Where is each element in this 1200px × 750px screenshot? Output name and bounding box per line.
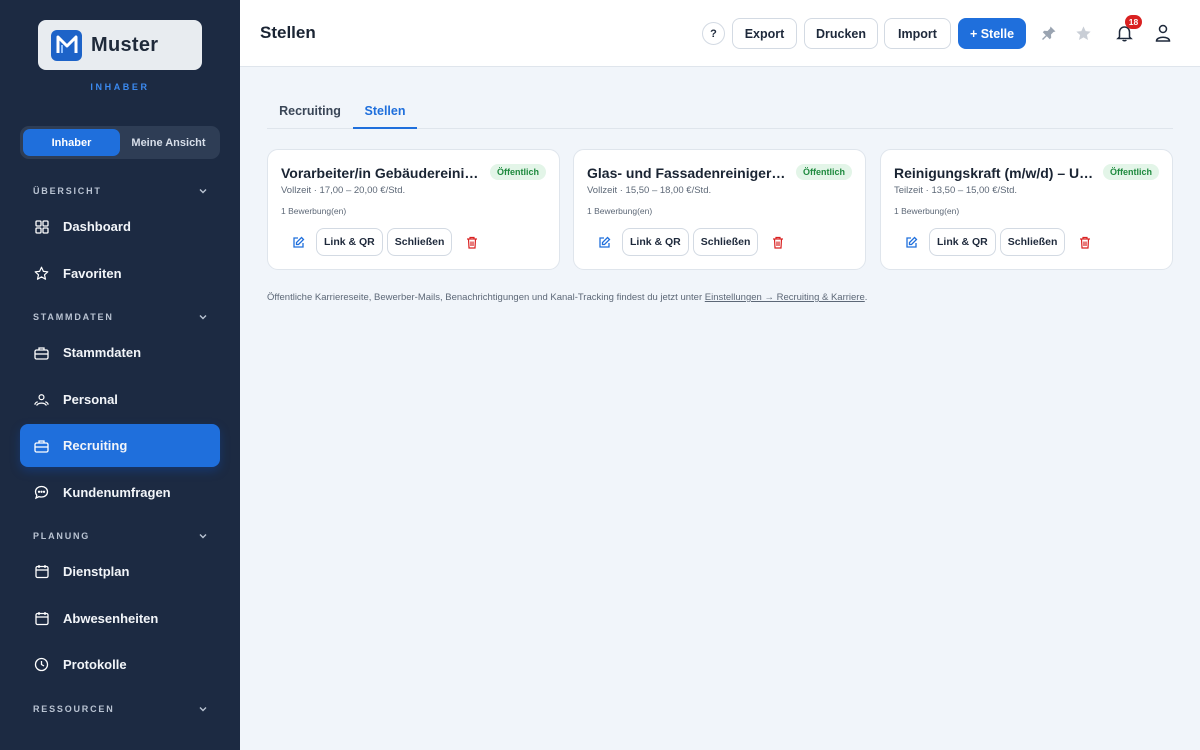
sidebar-item-dashboard[interactable]: Dashboard (20, 205, 220, 248)
clock-icon (34, 657, 49, 672)
tab-recruiting[interactable]: Recruiting (267, 101, 353, 129)
sidebar-item-label: Personal (63, 392, 118, 407)
import-button[interactable]: Import (884, 18, 951, 49)
chevron-down-icon (198, 186, 208, 196)
application-count: 1 Bewerbung(en) (587, 206, 653, 216)
chevron-down-icon (198, 531, 208, 541)
link-qr-button[interactable]: Link & QR (316, 228, 383, 256)
toggle-my-view[interactable]: Meine Ansicht (120, 129, 217, 156)
card-actions: Link & QR Schließen (897, 228, 1099, 256)
notification-count-badge: 18 (1125, 15, 1142, 29)
close-position-button[interactable]: Schließen (692, 228, 759, 256)
position-meta: Vollzeit · 17,00 – 20,00 €/Std. (281, 185, 406, 196)
sidebar: Muster INHABER Inhaber Meine Ansicht ÜBE… (0, 0, 240, 750)
new-position-button[interactable]: + Stelle (958, 18, 1026, 49)
status-badge: Öffentlich (490, 164, 546, 180)
sidebar-item-label: Protokolle (63, 657, 127, 672)
sidebar-item-favorites[interactable]: Favoriten (20, 252, 220, 295)
briefcase-icon (34, 345, 49, 360)
card-actions: Link & QR Schließen (284, 228, 486, 256)
card-actions: Link & QR Schließen (590, 228, 792, 256)
settings-hint-end: . (864, 292, 868, 303)
sidebar-item-label: Dashboard (63, 219, 131, 234)
application-count: 1 Bewerbung(en) (281, 206, 347, 216)
position-card: Reinigungskraft (m/w/d) – Unterhaltsrein… (880, 149, 1173, 270)
trash-icon[interactable] (458, 228, 486, 256)
star-icon (34, 266, 49, 281)
section-resources[interactable]: RESSOURCEN (33, 704, 208, 714)
calendar-icon (34, 611, 49, 626)
edit-icon[interactable] (897, 228, 925, 256)
section-overview[interactable]: ÜBERSICHT (33, 186, 208, 196)
logo-text: Muster (91, 33, 159, 56)
sidebar-item-logs[interactable]: Protokolle (20, 643, 220, 686)
grid-icon (34, 219, 49, 234)
sidebar-item-schedule[interactable]: Dienstplan (20, 550, 220, 593)
user-icon[interactable] (1153, 23, 1173, 43)
calendar-icon (34, 564, 49, 579)
section-overview-label: ÜBERSICHT (33, 186, 102, 196)
sidebar-item-label: Recruiting (63, 438, 128, 453)
star-icon[interactable] (1073, 23, 1093, 43)
logo-mark-icon (51, 29, 82, 61)
page-title: Stellen (260, 23, 316, 42)
section-planning[interactable]: PLANUNG (33, 531, 208, 541)
logo[interactable]: Muster (38, 20, 202, 70)
help-button[interactable]: ? (702, 22, 725, 45)
position-card: Vorarbeiter/in Gebäudereinigung Öffentli… (267, 149, 560, 270)
sidebar-item-master-data[interactable]: Stammdaten (20, 331, 220, 374)
sidebar-item-recruiting[interactable]: Recruiting (20, 424, 220, 467)
settings-hint-text: Öffentliche Karriereseite, Bewerber-Mail… (267, 292, 705, 303)
position-meta: Teilzeit · 13,50 – 15,00 €/Std. (894, 185, 1018, 196)
sidebar-item-label: Dienstplan (63, 564, 130, 579)
close-position-button[interactable]: Schließen (999, 228, 1066, 256)
sidebar-item-surveys[interactable]: Kundenumfragen (20, 471, 220, 514)
settings-link[interactable]: Einstellungen → Recruiting & Karriere (705, 292, 865, 303)
position-meta: Vollzeit · 15,50 – 18,00 €/Std. (587, 185, 712, 196)
chat-bubble-icon (34, 485, 49, 500)
edit-icon[interactable] (590, 228, 618, 256)
briefcase-icon (34, 438, 49, 453)
tab-positions[interactable]: Stellen (353, 101, 417, 129)
section-master-data[interactable]: STAMMDATEN (33, 312, 208, 322)
settings-hint: Öffentliche Karriereseite, Bewerber-Mail… (267, 292, 867, 303)
close-position-button[interactable]: Schließen (386, 228, 453, 256)
application-count: 1 Bewerbung(en) (894, 206, 960, 216)
section-planning-label: PLANUNG (33, 531, 91, 541)
position-card: Glas- und Fassadenreiniger (m/w/d) Öffen… (573, 149, 866, 270)
sidebar-item-label: Favoriten (63, 266, 122, 281)
status-badge: Öffentlich (796, 164, 852, 180)
sidebar-item-staff[interactable]: Personal (20, 378, 220, 421)
sidebar-item-label: Abwesenheiten (63, 611, 159, 626)
trash-icon[interactable] (764, 228, 792, 256)
topbar: Stellen ? Export Drucken Import + Stelle… (240, 0, 1200, 67)
toggle-owner-view[interactable]: Inhaber (23, 129, 120, 156)
users-icon (34, 392, 49, 407)
pin-icon[interactable] (1039, 23, 1059, 43)
chevron-down-icon (198, 704, 208, 714)
section-resources-label: RESSOURCEN (33, 704, 115, 714)
position-title[interactable]: Glas- und Fassadenreiniger (m/w/d) (587, 165, 787, 181)
position-title[interactable]: Vorarbeiter/in Gebäudereinigung (281, 165, 481, 181)
section-master-data-label: STAMMDATEN (33, 312, 114, 322)
edit-icon[interactable] (284, 228, 312, 256)
print-button[interactable]: Drucken (804, 18, 878, 49)
position-title[interactable]: Reinigungskraft (m/w/d) – Unterhaltsrein… (894, 165, 1094, 181)
sidebar-item-absences[interactable]: Abwesenheiten (20, 597, 220, 640)
link-qr-button[interactable]: Link & QR (929, 228, 996, 256)
role-label: INHABER (90, 82, 150, 92)
view-toggle: Inhaber Meine Ansicht (20, 126, 220, 159)
chevron-down-icon (198, 312, 208, 322)
tab-bar: Recruiting Stellen (267, 101, 1173, 129)
status-badge: Öffentlich (1103, 164, 1159, 180)
export-button[interactable]: Export (732, 18, 797, 49)
link-qr-button[interactable]: Link & QR (622, 228, 689, 256)
sidebar-item-label: Kundenumfragen (63, 485, 171, 500)
sidebar-item-label: Stammdaten (63, 345, 142, 360)
trash-icon[interactable] (1071, 228, 1099, 256)
